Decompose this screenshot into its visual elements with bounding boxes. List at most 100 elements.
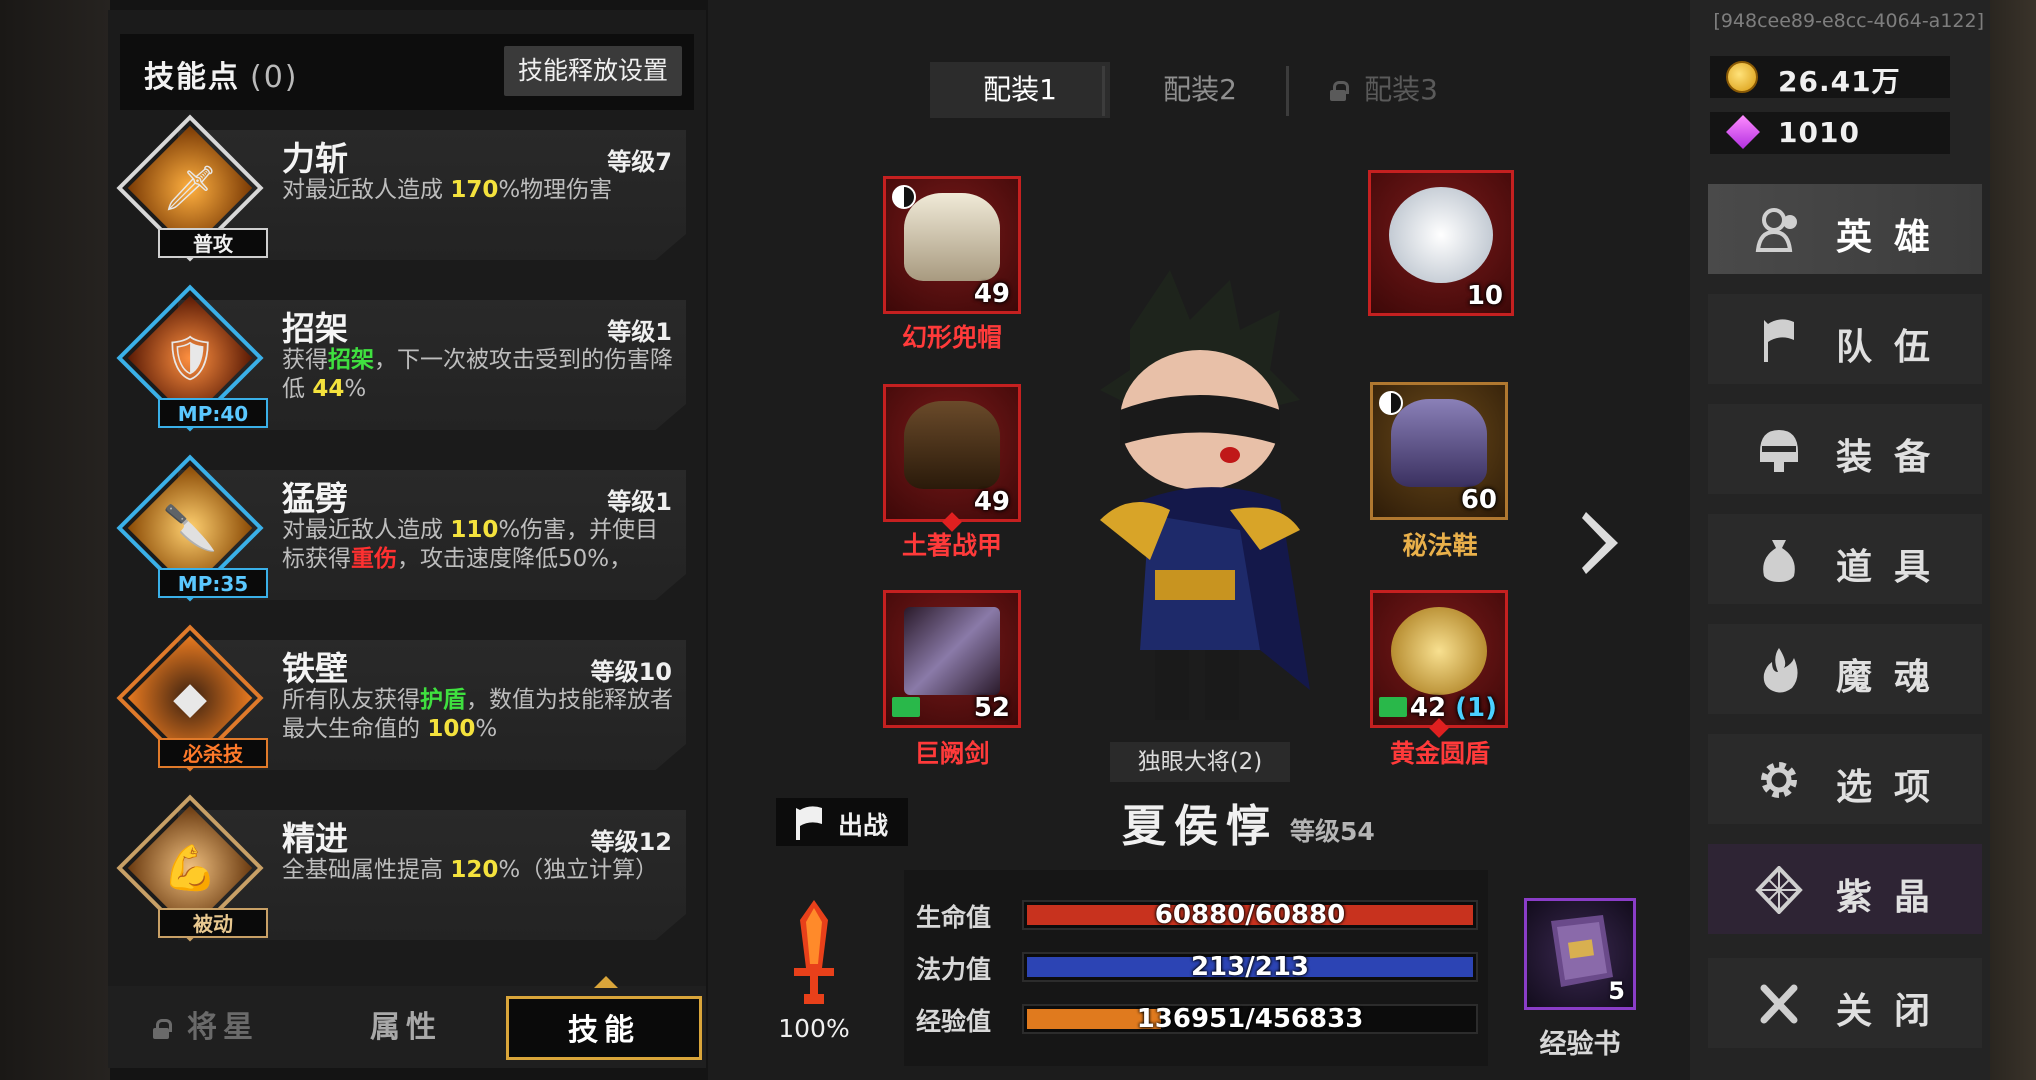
gem-currency: 1010 <box>1710 112 1950 154</box>
hero-detail-tabs: 将星 属性 技能 <box>108 986 706 1068</box>
yin-yang-icon <box>1379 391 1403 415</box>
sortie-button[interactable]: 出战 <box>776 798 908 846</box>
skill-level: 等级12 <box>590 828 672 856</box>
equip-slot-weapon[interactable]: 52 <box>883 590 1021 728</box>
skill-desc: 获得招架，下一次被攻击受到的伤害降低 44% <box>282 347 673 402</box>
book-icon <box>892 697 920 717</box>
tab-loadout-1[interactable]: 配装1 <box>930 62 1110 118</box>
equip-slot-shield[interactable]: 42 (1) <box>1370 590 1508 738</box>
skill-level: 等级1 <box>607 318 672 346</box>
skill-name: 猛劈 <box>282 479 348 518</box>
tab-skills[interactable]: 技能 <box>506 996 702 1060</box>
hero-character-model[interactable] <box>1060 270 1340 740</box>
skill-level: 等级10 <box>590 658 672 686</box>
exp-book-button[interactable]: 5 <box>1524 898 1636 1010</box>
active-tab-caret <box>594 976 618 988</box>
skill-row-mengpi[interactable]: 🔪 MP:35 猛劈 等级1 对最近敌人造成 110%伤害，并使目标获得重伤，攻… <box>116 454 686 604</box>
tab-attributes[interactable]: 属性 <box>308 996 504 1060</box>
item-level: 60 <box>1460 485 1497 515</box>
nav-equipment[interactable]: 装备 <box>1708 404 1982 494</box>
equip-slot-helmet[interactable]: 49 <box>883 176 1021 314</box>
equip-name-helmet: 幻形兜帽 <box>901 323 1002 352</box>
boots-icon <box>1391 399 1487 487</box>
background-right <box>1990 0 2036 1080</box>
skill-name: 精进 <box>282 819 348 858</box>
sword-icon <box>904 607 1000 695</box>
skill-tag: 必杀技 <box>158 738 268 768</box>
nav-items[interactable]: 道具 <box>1708 514 1982 604</box>
nav-hero[interactable]: 英雄 <box>1708 184 1982 274</box>
skill-panel: 技能点 (0) 技能释放设置 🗡 普攻 力斩 等级7 对最近敌人造成 170%物理… <box>108 10 706 1068</box>
skill-release-settings-button[interactable]: 技能释放设置 <box>503 46 682 96</box>
skill-tag: 普攻 <box>158 228 268 258</box>
purple-gem-icon <box>1726 115 1760 149</box>
mp-bar: 213/213 <box>1022 952 1478 982</box>
item-level: 52 <box>973 693 1010 723</box>
tab-divider <box>1286 66 1289 116</box>
exp-label: 经验值 <box>916 1007 992 1036</box>
user-id: [948cee89-e8cc-4064-a122] <box>1713 10 1984 32</box>
armor-icon <box>904 401 1000 489</box>
nav-amethyst[interactable]: 紫晶 <box>1708 844 1982 934</box>
exp-book-count: 5 <box>1608 977 1625 1005</box>
skill-desc: 对最近敌人造成 170%物理伤害 <box>282 177 613 203</box>
skill-desc: 全基础属性提高 120%（独立计算） <box>282 857 659 883</box>
tab-loadout-3[interactable]: 配装3 <box>1294 62 1474 118</box>
tab-divider <box>1102 66 1105 116</box>
item-level: 10 <box>1466 281 1503 311</box>
exp-bar: 136951/456833 <box>1022 1004 1478 1034</box>
equip-name-armor: 土著战甲 <box>901 531 1002 560</box>
skill-row-lizhan[interactable]: 🗡 普攻 力斩 等级7 对最近敌人造成 170%物理伤害 <box>116 114 686 264</box>
skill-desc: 所有队友获得护盾，数值为技能释放者最大生命值的 100% <box>282 687 673 742</box>
pet-creature-icon <box>1389 187 1493 283</box>
next-hero-arrow-icon[interactable] <box>1578 508 1624 578</box>
gold-coin-icon <box>1726 61 1758 93</box>
lock-icon <box>1330 81 1350 101</box>
skill-tag: 被动 <box>158 908 268 938</box>
gear-icon <box>1761 762 1797 798</box>
hero-title-badge: 独眼大将(2) <box>1110 742 1290 782</box>
skill-desc: 对最近敌人造成 110%伤害，并使目标获得重伤，攻击速度降低50%， <box>282 517 659 572</box>
nav-options[interactable]: 选项 <box>1708 734 1982 824</box>
nav-soul[interactable]: 魔魂 <box>1708 624 1982 714</box>
skill-level: 等级1 <box>607 488 672 516</box>
money-bag-icon <box>1763 540 1795 582</box>
hp-label: 生命值 <box>916 903 992 932</box>
hero-level: 等级54 <box>1290 817 1375 846</box>
nav-team[interactable]: 队伍 <box>1708 294 1982 384</box>
equip-slot-boots[interactable]: 60 <box>1370 382 1508 520</box>
hp-value: 60880/60880 <box>1154 900 1346 930</box>
hp-bar: 60880/60880 <box>1022 900 1478 930</box>
gold-amount: 26.41万 <box>1778 65 1901 98</box>
skill-tag: MP:40 <box>158 398 268 428</box>
hood-icon <box>904 193 1000 281</box>
flame-icon <box>1763 648 1798 693</box>
skill-row-jingjin[interactable]: 💪 被动 精进 等级12 全基础属性提高 120%（独立计算） <box>116 794 686 944</box>
crystal-icon <box>1755 866 1803 914</box>
gem-amount: 1010 <box>1778 116 1860 149</box>
mp-label: 法力值 <box>916 955 992 984</box>
item-level: 49 <box>973 487 1010 517</box>
skill-points-title: 技能点 (0) <box>144 60 299 95</box>
exp-value: 136951/456833 <box>1136 1004 1364 1034</box>
lock-icon <box>153 1019 172 1039</box>
tab-loadout-2[interactable]: 配装2 <box>1110 62 1290 118</box>
skill-tag: MP:35 <box>158 568 268 598</box>
equip-slot-armor[interactable]: 49 <box>883 384 1021 532</box>
item-level: 49 <box>973 279 1010 309</box>
skill-row-tiebi[interactable]: ◆ 必杀技 铁壁 等级10 所有队友获得护盾，数值为技能释放者最大生命值的 10… <box>116 624 686 774</box>
mp-value: 213/213 <box>1190 952 1310 982</box>
skill-name: 招架 <box>282 309 348 348</box>
equip-slot-pet[interactable]: 10 <box>1368 170 1514 316</box>
skill-points-count: (0) <box>250 60 299 95</box>
hero-name: 夏侯惇 <box>1122 801 1278 852</box>
background-left <box>0 0 110 1080</box>
nav-close[interactable]: 关闭 <box>1708 958 1982 1048</box>
power-percentage: 100% <box>778 1014 850 1043</box>
equip-name-shield: 黄金圆盾 <box>1389 739 1490 768</box>
skill-name: 力斩 <box>282 139 348 178</box>
tab-generals-star[interactable]: 将星 <box>108 996 304 1060</box>
skill-row-zhaojia[interactable]: 🛡 MP:40 招架 等级1 获得招架，下一次被攻击受到的伤害降低 44% <box>116 284 686 434</box>
yin-yang-icon <box>892 185 916 209</box>
helmet-icon <box>1760 430 1798 472</box>
